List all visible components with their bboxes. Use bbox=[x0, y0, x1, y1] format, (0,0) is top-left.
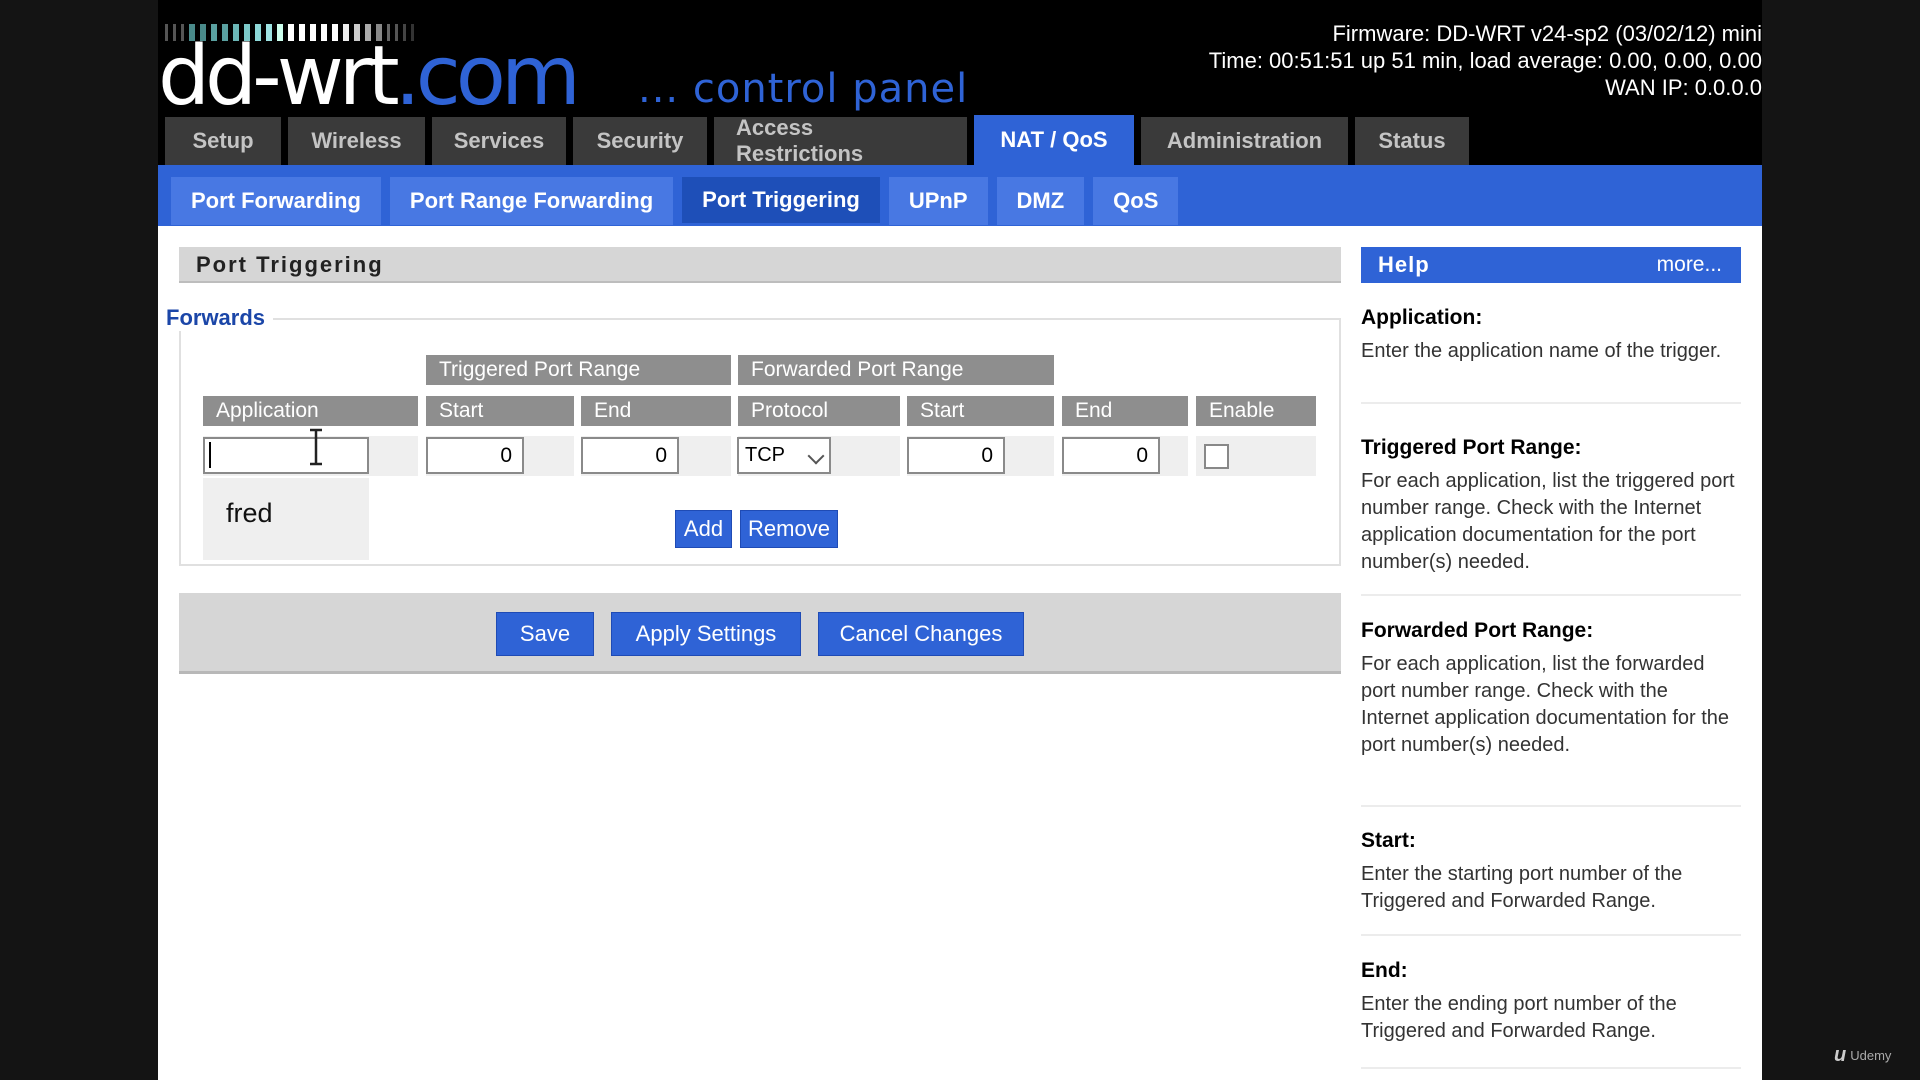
subtab-port-triggering[interactable]: Port Triggering bbox=[682, 177, 880, 223]
col-trig-start: Start bbox=[426, 396, 574, 426]
tab-setup[interactable]: Setup bbox=[165, 117, 281, 165]
application-input[interactable] bbox=[203, 437, 369, 474]
col-protocol: Protocol bbox=[738, 396, 900, 426]
enable-checkbox[interactable] bbox=[1204, 444, 1229, 469]
help-text: Enter the ending port number of the Trig… bbox=[1361, 993, 1677, 1042]
subtab-port-range-forwarding[interactable]: Port Range Forwarding bbox=[389, 177, 674, 225]
forwarded-end-input[interactable]: 0 bbox=[1062, 437, 1160, 474]
apply-settings-button[interactable]: Apply Settings bbox=[611, 612, 801, 656]
save-button[interactable]: Save bbox=[496, 612, 594, 656]
logo: dd-wrt.com bbox=[158, 36, 581, 118]
help-heading: Start: bbox=[1361, 829, 1416, 852]
tab-security[interactable]: Security bbox=[573, 117, 707, 165]
firmware-text: Firmware: DD-WRT v24-sp2 (03/02/12) mini bbox=[1332, 21, 1762, 46]
udemy-text: Udemy bbox=[1850, 1048, 1892, 1063]
help-heading: Triggered Port Range: bbox=[1361, 436, 1582, 459]
help-section-start: Start: Enter the starting port number of… bbox=[1361, 829, 1741, 936]
col-enable: Enable bbox=[1196, 396, 1316, 426]
logo-main: dd-wrt bbox=[158, 29, 400, 124]
help-header: Help more... bbox=[1361, 247, 1741, 283]
tab-services[interactable]: Services bbox=[432, 117, 566, 165]
triggered-end-input[interactable]: 0 bbox=[581, 437, 679, 474]
chevron-down-icon bbox=[807, 447, 825, 465]
col-trig-end: End bbox=[581, 396, 731, 426]
autocomplete-suggestion[interactable]: fred bbox=[203, 478, 369, 560]
forwarded-start-input[interactable]: 0 bbox=[907, 437, 1005, 474]
tab-status[interactable]: Status bbox=[1355, 117, 1469, 165]
help-heading: End: bbox=[1361, 959, 1408, 982]
udemy-watermark: u Udemy bbox=[1834, 1044, 1891, 1067]
help-section-application: Application: Enter the application name … bbox=[1361, 306, 1741, 404]
subtab-upnp[interactable]: UPnP bbox=[888, 177, 988, 225]
sub-tabs: Port Forwarding Port Range Forwarding Po… bbox=[171, 177, 1179, 225]
control-panel-subtitle: ... control panel bbox=[638, 66, 969, 112]
help-section-triggered: Triggered Port Range: For each applicati… bbox=[1361, 436, 1741, 596]
section-title: Port Triggering bbox=[179, 247, 1341, 283]
col-fwd-end: End bbox=[1062, 396, 1188, 426]
tab-administration[interactable]: Administration bbox=[1141, 117, 1348, 165]
add-button[interactable]: Add bbox=[675, 510, 732, 548]
uptime-text: Time: 00:51:51 up 51 min, load average: … bbox=[1208, 48, 1762, 73]
text-cursor-icon bbox=[310, 428, 322, 466]
wan-ip-text: WAN IP: 0.0.0.0 bbox=[1605, 75, 1762, 100]
help-text: Enter the application name of the trigge… bbox=[1361, 340, 1722, 362]
router-info: Firmware: DD-WRT v24-sp2 (03/02/12) mini… bbox=[1209, 20, 1762, 101]
main-tabs: Setup Wireless Services Security Access … bbox=[165, 115, 1469, 166]
triggered-start-input[interactable]: 0 bbox=[426, 437, 524, 474]
help-heading: Forwarded Port Range: bbox=[1361, 619, 1594, 642]
udemy-logo-icon: u bbox=[1834, 1044, 1847, 1066]
forwarded-range-header: Forwarded Port Range bbox=[738, 355, 1054, 385]
remove-button[interactable]: Remove bbox=[740, 510, 838, 548]
protocol-select[interactable]: TCP bbox=[737, 437, 831, 474]
tab-wireless[interactable]: Wireless bbox=[288, 117, 425, 165]
help-text: Enter the starting port number of the Tr… bbox=[1361, 863, 1683, 912]
tab-access-restrictions[interactable]: Access Restrictions bbox=[714, 115, 967, 166]
forwards-legend: Forwards bbox=[166, 305, 274, 331]
cancel-changes-button[interactable]: Cancel Changes bbox=[818, 612, 1024, 656]
help-text: For each application, list the triggered… bbox=[1361, 470, 1735, 573]
text-caret bbox=[209, 442, 211, 468]
help-heading: Application: bbox=[1361, 306, 1483, 329]
triggered-range-header: Triggered Port Range bbox=[426, 355, 731, 385]
subtab-qos[interactable]: QoS bbox=[1093, 177, 1179, 225]
help-title: Help bbox=[1378, 252, 1430, 277]
tab-nat-qos[interactable]: NAT / QoS bbox=[974, 115, 1134, 165]
help-section-end: End: Enter the ending port number of the… bbox=[1361, 959, 1741, 1069]
logo-suffix: .com bbox=[394, 29, 581, 124]
col-fwd-start: Start bbox=[907, 396, 1054, 426]
help-more-link[interactable]: more... bbox=[1657, 247, 1722, 283]
help-section-forwarded: Forwarded Port Range: For each applicati… bbox=[1361, 619, 1741, 807]
col-application: Application bbox=[203, 396, 418, 426]
subtab-port-forwarding[interactable]: Port Forwarding bbox=[171, 177, 381, 225]
help-text: For each application, list the forwarded… bbox=[1361, 653, 1730, 756]
protocol-value: TCP bbox=[745, 444, 785, 466]
subtab-dmz[interactable]: DMZ bbox=[996, 177, 1085, 225]
